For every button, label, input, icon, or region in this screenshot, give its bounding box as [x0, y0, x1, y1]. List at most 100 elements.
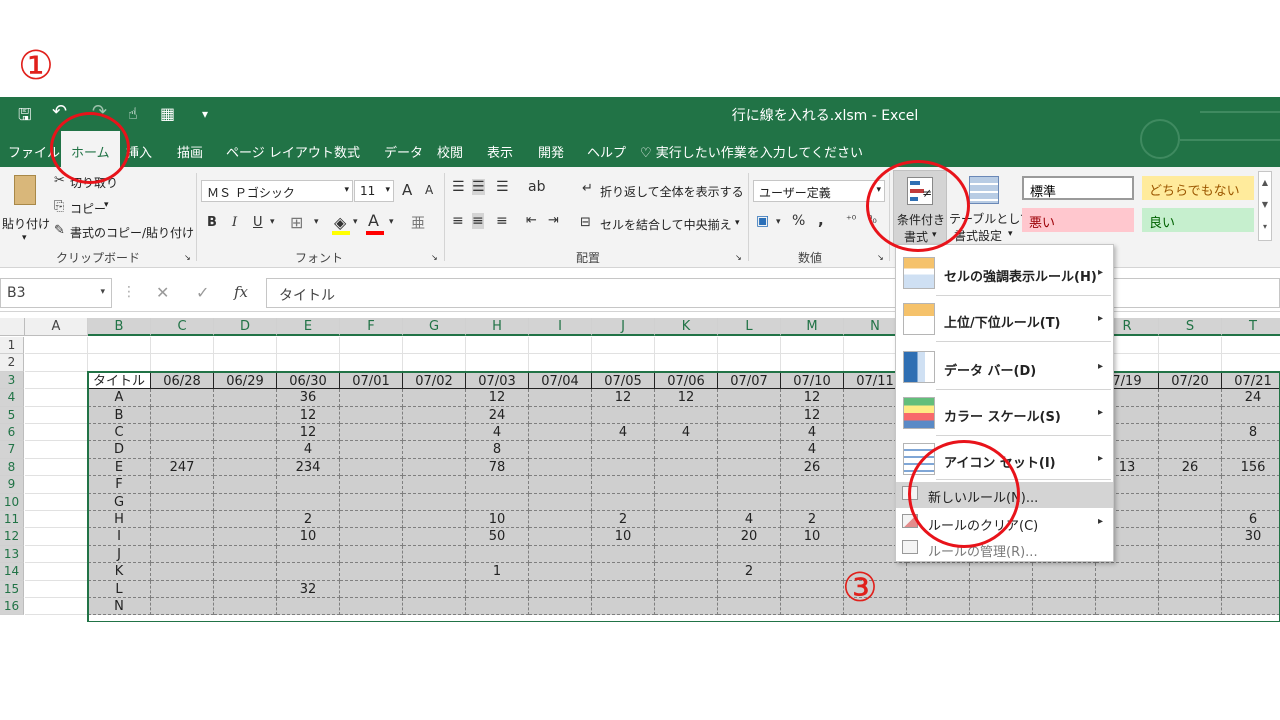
- cell-M1[interactable]: [781, 337, 844, 355]
- cell-H1[interactable]: [466, 337, 529, 355]
- font-color-button[interactable]: A: [368, 211, 379, 230]
- cell-A16[interactable]: [25, 598, 88, 616]
- column-header-L[interactable]: L: [718, 318, 781, 336]
- row-header-2[interactable]: 2: [0, 354, 24, 372]
- cf-menu-item-manage-rules[interactable]: ルールの管理(R)...: [896, 536, 1113, 562]
- phonetic-guide-icon[interactable]: 亜: [411, 213, 425, 233]
- clipboard-launcher-icon[interactable]: ↘: [184, 253, 191, 262]
- row-header-9[interactable]: 9: [0, 476, 24, 494]
- column-header-G[interactable]: G: [403, 318, 466, 336]
- format-painter-icon[interactable]: ✎: [54, 223, 65, 238]
- merge-center-icon[interactable]: ⊟: [580, 215, 591, 230]
- font-size-select[interactable]: 11 ▾: [354, 180, 394, 202]
- tab-data[interactable]: データ: [384, 142, 423, 161]
- cell-B2[interactable]: [88, 354, 151, 372]
- row-header-10[interactable]: 10: [0, 493, 24, 511]
- accounting-format-icon[interactable]: ▣: [756, 213, 769, 229]
- cf-menu-item-data-bars[interactable]: データ バー(D) ▸: [896, 349, 1113, 389]
- cell-F1[interactable]: [340, 337, 403, 355]
- cell-A13[interactable]: [25, 545, 88, 564]
- cell-K1[interactable]: [655, 337, 718, 355]
- paste-button[interactable]: 貼り付け ▾: [2, 173, 50, 243]
- fill-color-dropdown-icon[interactable]: ▾: [353, 217, 358, 227]
- cell-A12[interactable]: [25, 528, 88, 546]
- wrap-text-icon[interactable]: ↵: [582, 181, 593, 196]
- cf-menu-item-highlight-rules[interactable]: セルの強調表示ルール(H) ▸: [896, 255, 1113, 295]
- underline-dropdown-icon[interactable]: ▾: [270, 217, 275, 227]
- row-header-11[interactable]: 11: [0, 511, 24, 529]
- tab-draw[interactable]: 描画: [177, 142, 203, 161]
- row-header-3[interactable]: 3: [0, 371, 24, 390]
- cell-style-2[interactable]: 悪い: [1022, 208, 1134, 232]
- cell-A10[interactable]: [25, 493, 88, 511]
- column-header-A[interactable]: A: [25, 318, 88, 336]
- cell-H2[interactable]: [466, 354, 529, 372]
- orientation-icon[interactable]: ab: [528, 179, 545, 195]
- style-gallery-scroll[interactable]: ▲ ▼ ▾: [1258, 171, 1272, 241]
- column-header-I[interactable]: I: [529, 318, 592, 336]
- row-header-12[interactable]: 12: [0, 528, 24, 546]
- name-box[interactable]: B3 ▾: [0, 278, 112, 308]
- increase-decimal-icon[interactable]: ⁺⁰: [846, 213, 856, 226]
- column-header-S[interactable]: S: [1159, 318, 1222, 336]
- wrap-text-button[interactable]: 折り返して全体を表示する: [600, 183, 744, 200]
- copy-icon[interactable]: ⎘: [54, 199, 64, 214]
- cell-D1[interactable]: [214, 337, 277, 355]
- column-header-F[interactable]: F: [340, 318, 403, 336]
- row-header-8[interactable]: 8: [0, 458, 24, 477]
- format-painter-button[interactable]: 書式のコピー/貼り付け: [70, 224, 194, 241]
- italic-button[interactable]: I: [232, 215, 237, 230]
- align-right-icon[interactable]: ≡: [496, 213, 508, 229]
- copy-button[interactable]: コピー: [70, 200, 106, 217]
- align-center-icon[interactable]: ≡: [472, 213, 484, 229]
- row-header-1[interactable]: 1: [0, 337, 24, 355]
- cell-G2[interactable]: [403, 354, 466, 372]
- column-header-M[interactable]: M: [781, 318, 844, 336]
- cell-M2[interactable]: [781, 354, 844, 372]
- cell-A2[interactable]: [25, 354, 88, 372]
- row-header-14[interactable]: 14: [0, 563, 24, 581]
- column-header-D[interactable]: D: [214, 318, 277, 336]
- cell-A1[interactable]: [25, 337, 88, 355]
- cell-J1[interactable]: [592, 337, 655, 355]
- cell-A4[interactable]: [25, 389, 88, 407]
- font-launcher-icon[interactable]: ↘: [431, 253, 438, 262]
- cell-C2[interactable]: [151, 354, 214, 372]
- comma-button[interactable]: ,: [818, 211, 824, 229]
- tab-page-layout[interactable]: ページ レイアウト: [226, 142, 334, 161]
- column-header-J[interactable]: J: [592, 318, 655, 336]
- column-header-B[interactable]: B: [88, 318, 151, 336]
- decrease-font-size-button[interactable]: A: [425, 183, 433, 197]
- tab-review[interactable]: 校閲: [437, 142, 463, 161]
- column-header-E[interactable]: E: [277, 318, 340, 336]
- tab-developer[interactable]: 開発: [538, 142, 564, 161]
- bold-button[interactable]: B: [207, 215, 217, 230]
- cell-A15[interactable]: [25, 580, 88, 598]
- cell-K2[interactable]: [655, 354, 718, 372]
- tab-help[interactable]: ヘルプ: [587, 142, 626, 161]
- cell-T2[interactable]: [1222, 354, 1280, 372]
- cell-L1[interactable]: [718, 337, 781, 355]
- cell-style-1[interactable]: どちらでもない: [1142, 176, 1254, 200]
- align-bottom-icon[interactable]: ☰: [496, 179, 509, 195]
- font-family-select[interactable]: ＭＳ Ｐゴシック ▾: [201, 180, 353, 202]
- column-header-T[interactable]: T: [1222, 318, 1280, 336]
- cell-I1[interactable]: [529, 337, 592, 355]
- cell-J2[interactable]: [592, 354, 655, 372]
- cell-I2[interactable]: [529, 354, 592, 372]
- tab-view[interactable]: 表示: [487, 142, 513, 161]
- cell-A6[interactable]: [25, 424, 88, 442]
- column-header-H[interactable]: H: [466, 318, 529, 336]
- merge-dropdown-icon[interactable]: ▾: [735, 218, 740, 228]
- column-header-K[interactable]: K: [655, 318, 718, 336]
- cell-B1[interactable]: [88, 337, 151, 355]
- cell-A7[interactable]: [25, 441, 88, 459]
- row-header-6[interactable]: 6: [0, 424, 24, 442]
- cell-T1[interactable]: [1222, 337, 1280, 355]
- cancel-edit-icon[interactable]: ✕: [156, 283, 169, 302]
- cell-A11[interactable]: [25, 511, 88, 529]
- cell-L2[interactable]: [718, 354, 781, 372]
- align-middle-icon[interactable]: ☰: [472, 179, 485, 195]
- column-header-C[interactable]: C: [151, 318, 214, 336]
- number-format-select[interactable]: ユーザー定義 ▾: [753, 180, 885, 202]
